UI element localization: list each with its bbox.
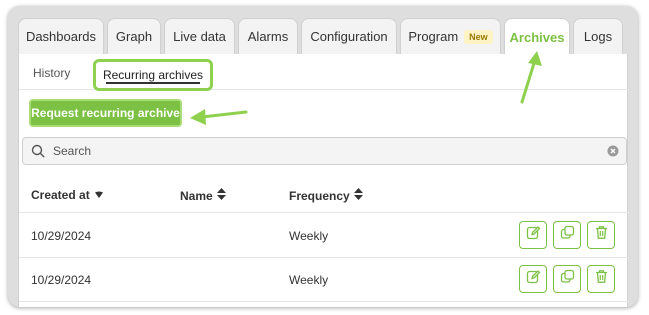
app-frame: Dashboards Graph Live data Alarms Config… bbox=[8, 6, 638, 307]
tab-logs[interactable]: Logs bbox=[573, 18, 623, 54]
tab-configuration[interactable]: Configuration bbox=[301, 18, 397, 54]
column-label: Frequency bbox=[289, 188, 350, 203]
tab-graph[interactable]: Graph bbox=[107, 18, 161, 54]
frequency-cell: Weekly bbox=[289, 273, 329, 287]
tab-archives[interactable]: Archives bbox=[504, 18, 570, 56]
search-icon bbox=[23, 144, 53, 158]
search-input[interactable] bbox=[53, 138, 600, 164]
tab-live-data[interactable]: Live data bbox=[164, 18, 235, 54]
subtab-recurring-archives[interactable]: Recurring archives bbox=[93, 59, 213, 91]
subtab-label: Recurring archives bbox=[102, 68, 204, 82]
tab-label: Alarms bbox=[247, 29, 289, 44]
subtab-history[interactable]: History bbox=[33, 66, 70, 80]
table-row: 10/29/2024 Weekly bbox=[19, 214, 629, 258]
sort-icon bbox=[216, 188, 226, 203]
column-created-at[interactable]: Created at bbox=[31, 188, 104, 202]
duplicate-icon bbox=[560, 225, 575, 245]
sort-icon bbox=[353, 188, 363, 203]
delete-button[interactable] bbox=[587, 221, 615, 249]
search-bar bbox=[22, 137, 627, 165]
new-badge: New bbox=[464, 29, 493, 44]
delete-icon bbox=[594, 269, 609, 289]
delete-button[interactable] bbox=[587, 265, 615, 293]
edit-icon bbox=[526, 225, 541, 245]
duplicate-button[interactable] bbox=[553, 221, 581, 249]
tab-label: Graph bbox=[115, 29, 153, 44]
tab-label: Configuration bbox=[310, 29, 388, 44]
delete-icon bbox=[594, 225, 609, 245]
column-frequency[interactable]: Frequency bbox=[289, 188, 363, 203]
tab-label: Logs bbox=[583, 29, 613, 44]
frequency-cell: Weekly bbox=[289, 229, 329, 243]
tab-program[interactable]: Program New bbox=[400, 18, 501, 54]
duplicate-button[interactable] bbox=[553, 265, 581, 293]
request-recurring-archive-button[interactable]: Request recurring archive bbox=[29, 99, 182, 127]
edit-button[interactable] bbox=[519, 265, 547, 293]
tab-dashboards[interactable]: Dashboards bbox=[18, 18, 104, 54]
table-header: Created at Name Frequency bbox=[19, 175, 629, 213]
archives-panel: History Recurring archives Request recur… bbox=[18, 54, 629, 307]
tab-alarms[interactable]: Alarms bbox=[238, 18, 298, 54]
table-row: 10/29/2024 Weekly bbox=[19, 258, 629, 302]
column-name[interactable]: Name bbox=[180, 188, 226, 203]
column-label: Name bbox=[180, 188, 213, 203]
edit-icon bbox=[526, 269, 541, 289]
sort-down-icon bbox=[94, 188, 104, 202]
edit-button[interactable] bbox=[519, 221, 547, 249]
tab-label: Live data bbox=[173, 29, 226, 44]
tab-label: Program bbox=[408, 29, 459, 44]
created-at-cell: 10/29/2024 bbox=[31, 273, 92, 287]
subtab-bar: History Recurring archives bbox=[19, 54, 629, 91]
tab-label: Archives bbox=[509, 30, 565, 45]
clear-icon[interactable] bbox=[600, 145, 626, 157]
tab-label: Dashboards bbox=[25, 29, 97, 44]
duplicate-icon bbox=[560, 269, 575, 289]
created-at-cell: 10/29/2024 bbox=[31, 229, 92, 243]
active-underline bbox=[106, 82, 200, 84]
column-label: Created at bbox=[31, 188, 90, 202]
